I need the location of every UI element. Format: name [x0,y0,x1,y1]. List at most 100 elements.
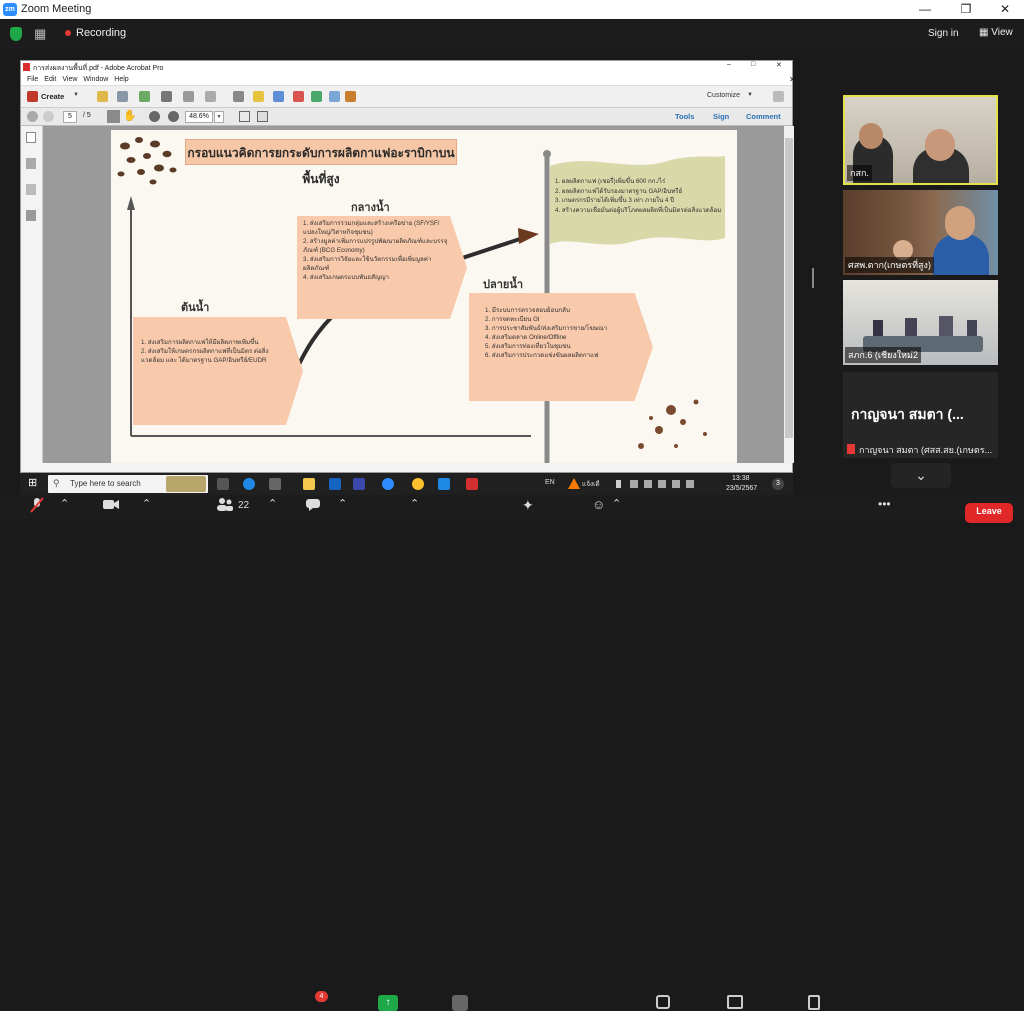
language-indicator[interactable]: EN [545,479,555,486]
participant-tile[interactable]: สภก.6 (เชียงใหม่2 [843,280,998,365]
acrobat-maximize[interactable]: □ [751,61,755,68]
open-icon[interactable] [97,91,108,102]
tray-icon[interactable] [630,480,638,488]
create-icon[interactable] [27,91,38,102]
customize-menu[interactable]: Customize [707,92,740,99]
sign-tab[interactable]: Sign [713,112,729,121]
share-screen-icon[interactable]: ↑ [378,995,398,1011]
select-cursor-icon[interactable] [107,110,120,123]
share-options-chevron[interactable]: ⌃ [410,497,419,510]
mail-icon[interactable] [329,478,341,490]
upload-icon[interactable] [139,91,150,102]
chrome-icon[interactable] [412,478,424,490]
tools-tab[interactable]: Tools [675,112,694,121]
acrobat-taskbar-icon[interactable] [466,478,478,490]
view-button[interactable]: ▦ View [979,27,1013,38]
participant-tile[interactable]: กาญจนา สมตา (... กาญจนา สมตา (ศสส.สย.(เก… [843,372,998,458]
taskbar-search[interactable]: ⚲ Type here to search [48,475,208,493]
edit-icon[interactable] [183,91,194,102]
participants-options-chevron[interactable]: ⌃ [268,497,277,510]
acrobat-close[interactable]: ✕ [776,61,782,69]
signatures-icon[interactable] [26,210,36,221]
menu-view[interactable]: View [62,73,77,86]
close-button[interactable]: ✕ [985,1,1024,18]
ai-sparkle-icon[interactable]: ✦ [522,497,534,514]
comment-bubble-icon[interactable] [253,91,264,102]
tray-icon[interactable] [616,480,621,488]
edge-icon[interactable] [243,478,255,490]
warning-icon[interactable] [568,478,580,489]
task-view-icon[interactable] [217,478,229,490]
store-icon[interactable] [269,478,281,490]
clock-time[interactable]: 13:38 [732,475,750,482]
email-icon[interactable] [205,91,216,102]
expand-icon[interactable] [773,91,784,102]
save-icon[interactable] [117,91,128,102]
scroll-thumb[interactable] [785,138,793,438]
volume-icon[interactable] [686,480,694,488]
apps-icon[interactable] [452,995,468,1011]
leave-button[interactable]: Leave [965,503,1013,523]
tray-icon[interactable] [644,480,652,488]
print-icon[interactable] [161,91,172,102]
participants-icon[interactable] [216,497,234,514]
prev-page-icon[interactable] [27,111,38,122]
comment-tab[interactable]: Comment [746,112,781,121]
grid-icon[interactable]: ▦ [34,27,48,41]
acrobat-minimize[interactable]: – [727,61,731,68]
close-document-icon[interactable]: ✕ [789,73,796,86]
menu-help[interactable]: Help [114,73,128,86]
zoom-level-input[interactable]: 48.6% [185,111,213,123]
mic-muted-icon[interactable] [30,497,44,516]
sign-pen-icon[interactable] [345,91,356,102]
shield-icon[interactable] [10,27,22,41]
record-icon[interactable] [656,995,670,1009]
file-explorer-icon[interactable] [303,478,315,490]
windows-start-icon[interactable]: ⊞ [28,478,39,489]
settings-gear-icon[interactable] [233,91,244,102]
reactions-options-chevron[interactable]: ⌃ [612,497,621,510]
chat-options-chevron[interactable]: ⌃ [338,497,347,510]
zoom-in-icon[interactable] [168,111,179,122]
zoom-out-icon[interactable] [149,111,160,122]
video-options-chevron[interactable]: ⌃ [142,497,151,510]
more-icon[interactable]: ••• [878,497,891,511]
highlight-icon[interactable] [273,91,284,102]
vertical-scrollbar[interactable] [784,126,794,463]
zoom-taskbar-icon[interactable] [382,478,394,490]
tray-icon[interactable] [658,480,666,488]
media-icon[interactable] [353,478,365,490]
customize-dropdown-icon[interactable]: ▼ [747,92,753,98]
bookmarks-icon[interactable] [26,158,36,169]
minimize-button[interactable]: — [905,1,945,18]
mic-options-chevron[interactable]: ⌃ [60,497,69,510]
reactions-icon[interactable]: ☺ [592,497,605,512]
create-dropdown-icon[interactable]: ▼ [73,92,79,98]
next-page-icon[interactable] [43,111,54,122]
notes-icon[interactable] [808,995,820,1010]
clock-date[interactable]: 23/5/2567 [726,485,757,492]
zoom-dropdown-icon[interactable]: ▼ [214,111,224,123]
menu-file[interactable]: File [27,73,38,86]
panel-resize-handle[interactable] [812,268,814,288]
maximize-button[interactable]: ❐ [946,1,986,18]
participant-tile[interactable]: กสก. [843,95,998,185]
video-camera-icon[interactable] [102,497,120,514]
fit-width-icon[interactable] [257,111,268,122]
recording-label[interactable]: Recording [76,27,126,39]
menu-window[interactable]: Window [83,73,108,86]
chevron-down-icon[interactable]: ⌄ [891,463,951,488]
page-thumbnails-icon[interactable] [26,132,36,143]
attach-icon[interactable] [311,91,322,102]
notification-badge[interactable]: 3 [772,478,784,490]
participant-tile[interactable]: ศสพ.ตาก(เกษตรที่สูง) [843,190,998,275]
network-icon[interactable] [672,480,680,488]
sign-in-link[interactable]: Sign in [928,28,959,39]
hand-tool-icon[interactable]: ✋ [123,110,137,123]
chat-icon[interactable] [305,497,321,514]
delete-icon[interactable] [293,91,304,102]
page-number-input[interactable]: 5 [63,111,77,123]
fit-page-icon[interactable] [239,111,250,122]
create-button[interactable]: Create [41,92,64,101]
photos-icon[interactable] [438,478,450,490]
